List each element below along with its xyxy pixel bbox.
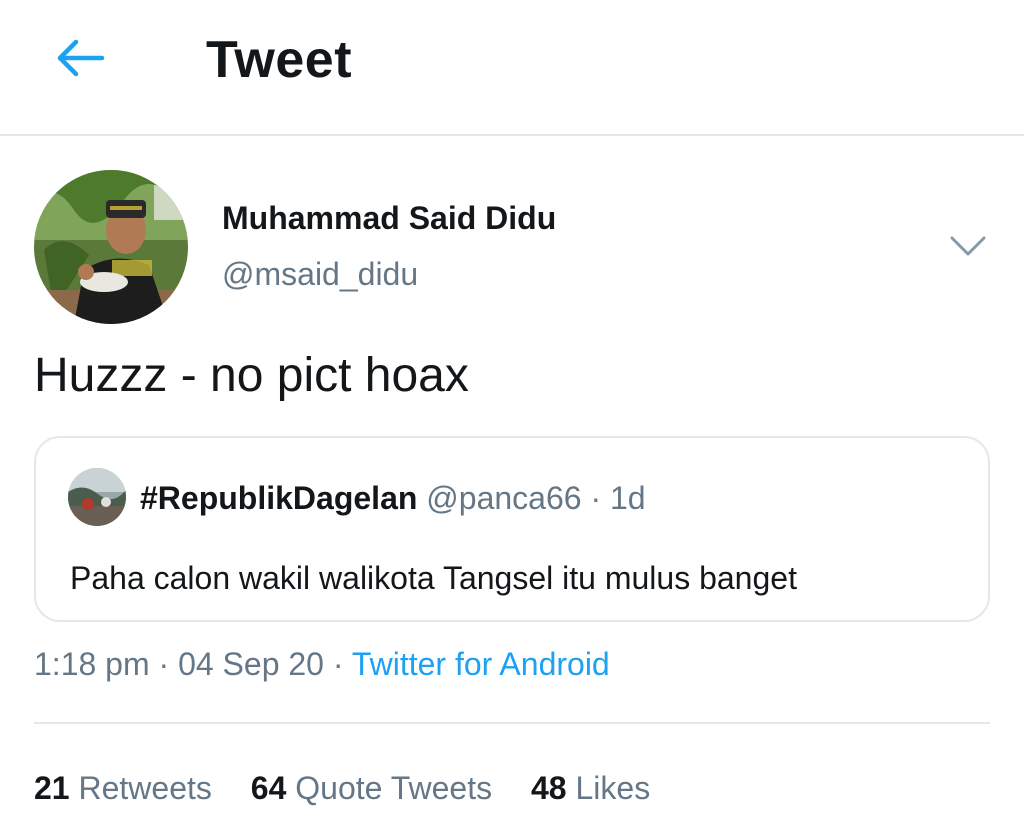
meta-separator: ·: [332, 646, 344, 682]
tweet-time: 1:18 pm: [34, 646, 150, 682]
meta-separator: ·: [158, 646, 170, 682]
divider: [34, 722, 990, 724]
quote-tweets-count: 64: [250, 770, 287, 806]
quoted-tweet-header: #RepublikDagelan @panca66 · 1d: [140, 476, 646, 520]
arrow-left-icon: [54, 38, 106, 83]
tweet-options-button[interactable]: [944, 228, 992, 268]
likes-count: 48: [531, 770, 567, 806]
tweet-source-link[interactable]: Twitter for Android: [352, 646, 610, 682]
quote-tweets-label: Quote Tweets: [295, 770, 493, 806]
likes-stat[interactable]: 48 Likes: [531, 770, 650, 806]
quoted-tweet-age: 1d: [610, 480, 646, 516]
page-title: Tweet: [206, 31, 353, 89]
author-display-name[interactable]: Muhammad Said Didu: [222, 196, 556, 240]
back-button[interactable]: [44, 32, 116, 88]
tweet-text: Huzzz - no pict hoax: [34, 349, 469, 402]
retweets-count: 21: [34, 770, 70, 806]
quoted-separator: ·: [590, 480, 602, 516]
quoted-author-handle: @panca66: [426, 480, 582, 516]
quoted-author-avatar: [68, 468, 126, 526]
tweet-meta: 1:18 pm · 04 Sep 20 · Twitter for Androi…: [34, 642, 610, 686]
author-avatar[interactable]: [34, 170, 188, 324]
author-handle[interactable]: @msaid_didu: [222, 252, 418, 296]
retweets-label: Retweets: [78, 770, 212, 806]
tweet-date: 04 Sep 20: [178, 646, 324, 682]
tweet-stats: 21 Retweets 64 Quote Tweets 48 Likes: [34, 766, 680, 810]
quote-tweets-stat[interactable]: 64 Quote Tweets: [251, 770, 501, 806]
quoted-author-name: #RepublikDagelan: [140, 480, 418, 516]
top-bar: Tweet: [0, 0, 1024, 136]
likes-label: Likes: [575, 770, 651, 806]
quoted-tweet-text: Paha calon wakil walikota Tangsel itu mu…: [70, 560, 797, 596]
retweets-stat[interactable]: 21 Retweets: [34, 770, 221, 806]
quoted-tweet-card[interactable]: #RepublikDagelan @panca66 · 1d Paha calo…: [34, 436, 990, 622]
chevron-down-icon: [950, 235, 986, 262]
